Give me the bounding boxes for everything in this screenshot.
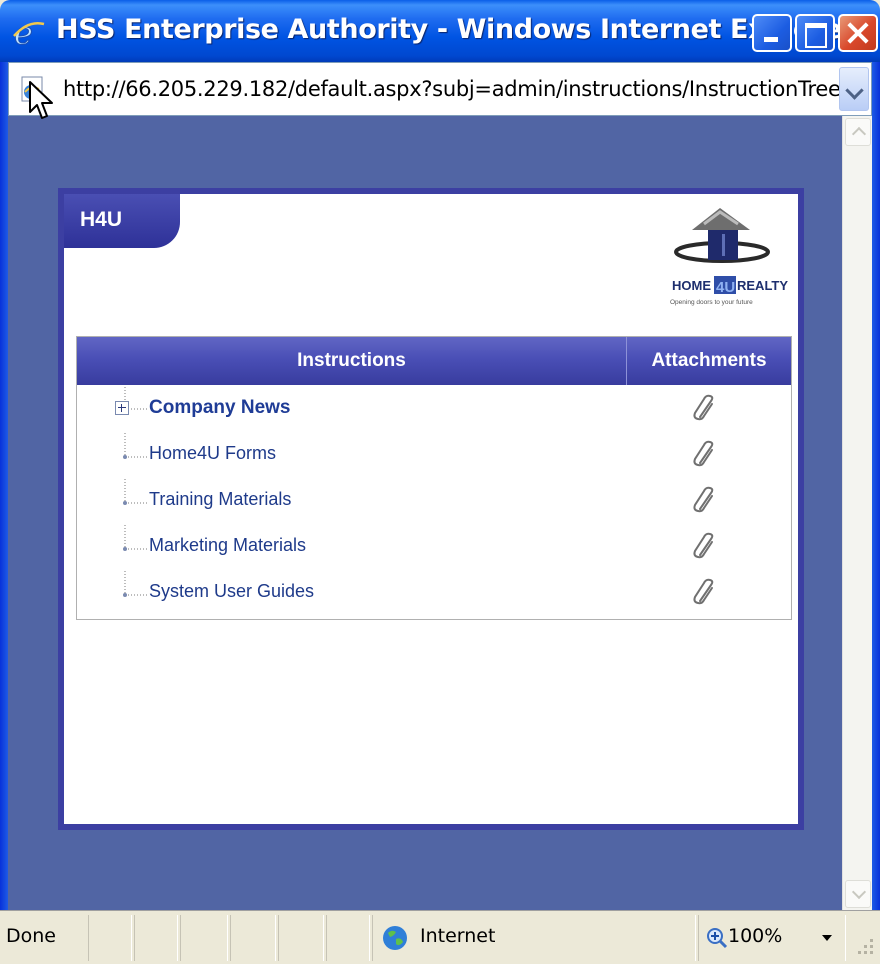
svg-text:Opening doors to your future: Opening doors to your future [670, 299, 753, 306]
status-cell [88, 915, 132, 961]
internet-globe-icon [383, 926, 407, 950]
status-cell [134, 915, 178, 961]
url-text[interactable]: http://66.205.229.182/default.aspx?subj=… [63, 77, 843, 101]
tree-item-link[interactable]: Marketing Materials [149, 535, 306, 556]
paperclip-icon[interactable] [691, 439, 719, 469]
status-text: Done [6, 925, 56, 947]
status-cell [230, 915, 276, 961]
tree-item-link[interactable]: System User Guides [149, 581, 314, 602]
status-bar: Done Internet 100% [0, 910, 880, 964]
h4u-tab-label: H4U [80, 208, 123, 231]
address-bar[interactable]: http://66.205.229.182/default.aspx?subj=… [8, 62, 872, 116]
status-cell [278, 915, 324, 961]
window-border-right [872, 62, 880, 910]
address-dropdown-button[interactable] [839, 67, 869, 111]
paperclip-icon[interactable] [691, 485, 719, 515]
title-bar[interactable]: e HSS Enterprise Authority - Windows Int… [0, 0, 880, 62]
mouse-cursor-icon [29, 81, 53, 119]
instructions-grid: Instructions Attachments Company News Hom… [76, 336, 792, 620]
expand-icon[interactable] [115, 401, 129, 415]
tree-row[interactable]: System User Guides [77, 571, 791, 617]
grid-header: Instructions Attachments [77, 337, 791, 385]
scroll-down-button[interactable] [845, 880, 871, 908]
close-button[interactable] [838, 14, 878, 52]
zoom-icon[interactable] [706, 927, 728, 949]
minimize-button[interactable] [752, 14, 792, 52]
zoom-level[interactable]: 100% [728, 925, 782, 947]
status-cell [326, 915, 370, 961]
column-header-instructions[interactable]: Instructions [77, 337, 627, 385]
page-viewport: H4U HOME 4U REALTY Opening doors to your… [8, 116, 842, 910]
svg-text:HOME: HOME [672, 278, 711, 293]
svg-text:4U: 4U [716, 279, 735, 296]
paperclip-icon[interactable] [691, 531, 719, 561]
tree-connector [123, 433, 149, 459]
tree-row[interactable]: Company News [77, 387, 791, 433]
tree-row[interactable]: Marketing Materials [77, 525, 791, 571]
tree-item-link[interactable]: Home4U Forms [149, 443, 276, 464]
paperclip-icon[interactable] [691, 393, 719, 423]
column-header-attachments[interactable]: Attachments [627, 337, 791, 385]
zoom-dropdown-icon[interactable] [822, 935, 832, 941]
home4u-realty-logo: HOME 4U REALTY Opening doors to your fut… [670, 208, 788, 306]
zone-text: Internet [420, 925, 496, 947]
tree-row[interactable]: Training Materials [77, 479, 791, 525]
svg-text:REALTY: REALTY [737, 278, 788, 293]
resize-grip-icon[interactable] [852, 933, 876, 957]
scroll-up-button[interactable] [845, 118, 871, 146]
paperclip-icon[interactable] [691, 577, 719, 607]
content-panel: H4U HOME 4U REALTY Opening doors to your… [58, 188, 804, 830]
tree-connector [123, 479, 149, 505]
tree-connector [123, 525, 149, 551]
tree-item-link[interactable]: Company News [149, 397, 290, 419]
h4u-tab: H4U [64, 194, 180, 248]
maximize-button[interactable] [795, 14, 835, 52]
window-border-left [0, 62, 8, 910]
tree-item-link[interactable]: Training Materials [149, 489, 291, 510]
window-title: HSS Enterprise Authority - Windows Inter… [56, 14, 855, 45]
vertical-scrollbar[interactable] [842, 116, 872, 910]
tree-connector [123, 571, 149, 597]
tree-row[interactable]: Home4U Forms [77, 433, 791, 479]
ie-icon: e [13, 14, 45, 50]
status-cell [180, 915, 228, 961]
